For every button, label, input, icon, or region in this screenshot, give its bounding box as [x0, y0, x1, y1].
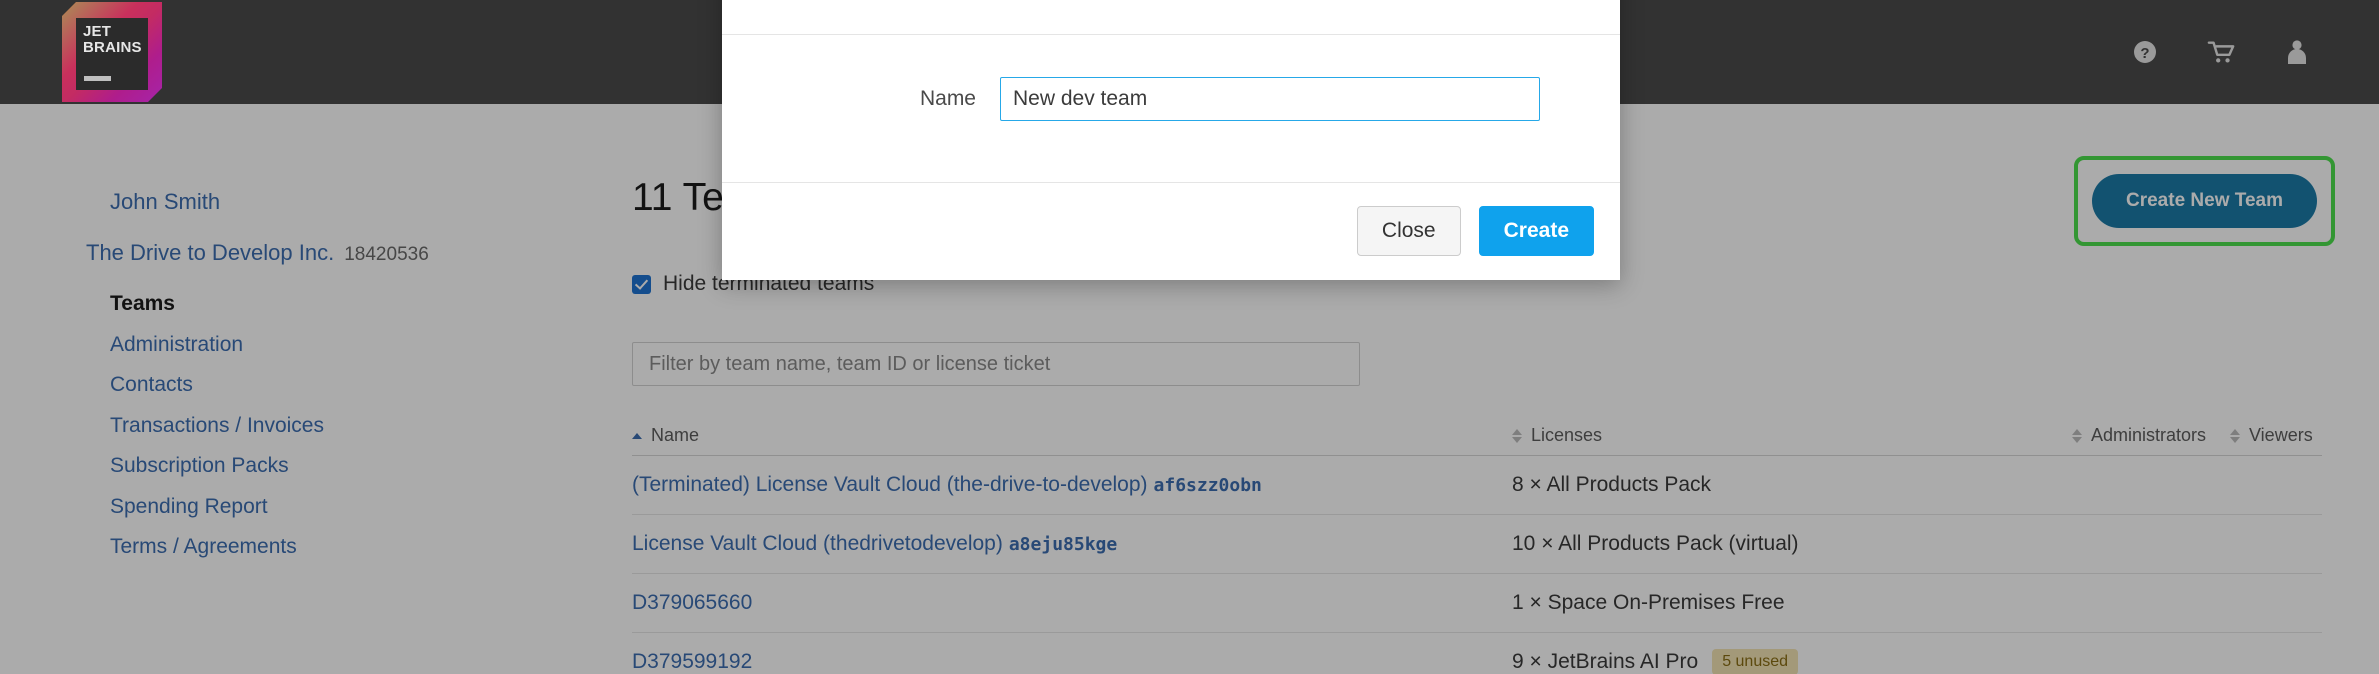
logo-underscore	[84, 76, 111, 81]
logo-line-2: BRAINS	[83, 39, 142, 56]
help-icon[interactable]: ?	[2131, 38, 2159, 66]
app-screen: JET BRAINS ? John Smith The Drive to Dev…	[0, 0, 2379, 674]
name-form-row: Name	[722, 77, 1620, 121]
create-button[interactable]: Create	[1478, 206, 1594, 256]
modal-footer: Close Create	[722, 183, 1620, 279]
jetbrains-logo[interactable]: JET BRAINS	[62, 2, 162, 102]
modal-title: Create New Team	[746, 0, 954, 1]
logo-inner-square: JET BRAINS	[76, 18, 148, 90]
name-field-label: Name	[919, 87, 976, 110]
logo-line-1: JET	[83, 23, 112, 40]
top-bar-icons: ?	[2131, 0, 2311, 104]
svg-text:?: ?	[2140, 45, 2149, 62]
team-name-input[interactable]	[1000, 77, 1540, 121]
logo-wordmark: JET BRAINS	[83, 24, 142, 56]
account-icon[interactable]	[2283, 38, 2311, 66]
cart-icon[interactable]	[2207, 38, 2235, 66]
create-team-modal: Create New Team × Name Close Create	[722, 0, 1620, 280]
close-button[interactable]: Close	[1356, 206, 1461, 256]
modal-header: Create New Team ×	[722, 0, 1620, 35]
modal-body: Name	[722, 35, 1620, 183]
